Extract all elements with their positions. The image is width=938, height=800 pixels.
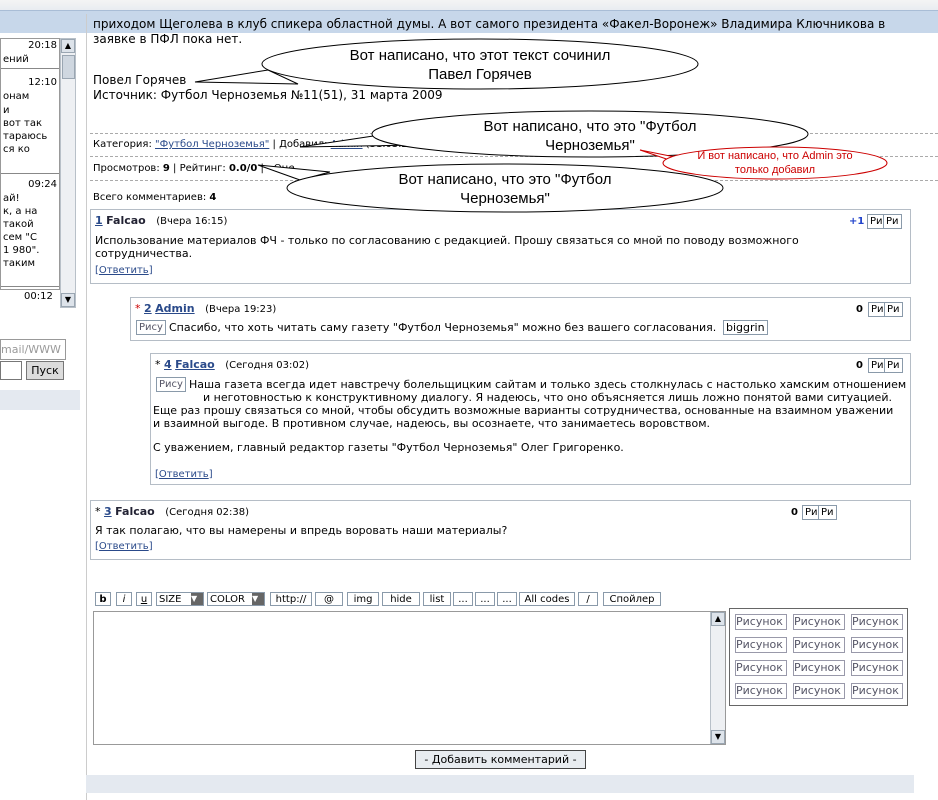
annotation-line: Вот написано, что это "Футбол: [398, 171, 612, 188]
annotation-line: Вот написано, что этот текст сочинил: [349, 47, 611, 64]
annotation-line: Вот написано, что это "Футбол: [483, 118, 697, 135]
annotation-text: И вот написано, что Admin это только доб…: [665, 149, 885, 177]
annotation-line: И вот написано, что Admin это: [697, 150, 853, 162]
annotation-line: только добавил: [734, 164, 816, 176]
annotation-line: Павел Горячев: [428, 66, 532, 83]
annotation-text: Вот написано, что это "Футбол Черноземья…: [305, 170, 705, 208]
annotation-text: Вот написано, что этот текст сочинил Пав…: [280, 46, 680, 84]
annotation-line: Черноземья": [460, 190, 550, 207]
